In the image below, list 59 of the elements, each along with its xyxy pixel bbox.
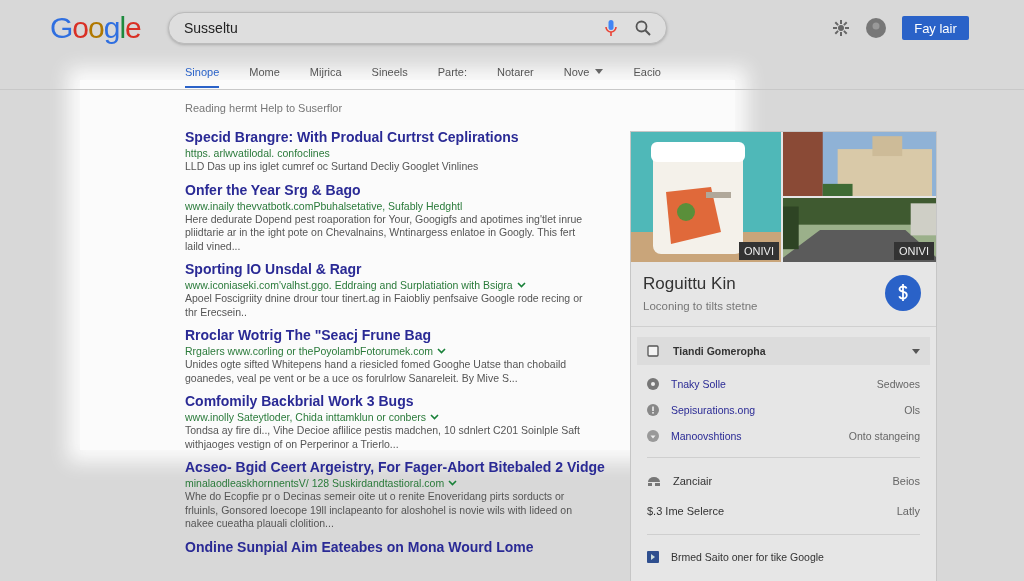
panel-link[interactable]: Sepisurations.ong — [671, 404, 893, 416]
feedback-link[interactable]: Brmed Saito oner for tike Google — [671, 551, 920, 563]
panel-link[interactable]: Manoovshtions — [671, 430, 837, 442]
caret-icon — [912, 348, 920, 354]
circle-icon — [647, 378, 659, 390]
panel-value: Onto stangeing — [848, 430, 920, 442]
nav-tab[interactable]: Notarer — [497, 57, 534, 88]
square-icon — [647, 345, 659, 357]
panel-link[interactable]: Tnaky Solle — [671, 378, 865, 390]
nav-tab[interactable]: Nove — [563, 57, 604, 88]
dropdown-label: Tiandi Gomeropha — [673, 345, 767, 357]
sign-in-button[interactable]: Fay lair — [902, 16, 969, 40]
panel-value: Ols — [904, 404, 920, 416]
account-icon[interactable] — [866, 18, 886, 38]
result-snippet: Whe do Ecopfie pr o Decinas semeir oite ut o renite Enoveridang pirts sorducts or frluinls, Gonsored loecope 19ll inclapeanto for aloshohel is novie wils with lideed on nakee cueatha plauali clolition... — [185, 490, 573, 531]
panel-title: Roguittu Kin — [643, 274, 737, 294]
result-link[interactable]: Rroclar Wotrig The "Seacj Frune Bag — [185, 326, 431, 344]
result-snippet: Tondsa ay fire di.., Vihe Decioe aflilice pestis madchen, 10 sdnlert C201 Soinlple Saft withjaoges vestign of on Perperinor a Trierlo... — [185, 424, 581, 451]
result-link[interactable]: Ondine Sunpial Aim Eateabes on Mona Wourd Lome — [185, 537, 534, 556]
image-count-badge: ONIVI — [739, 242, 779, 260]
nav-tab[interactable]: Parte: — [437, 57, 468, 88]
dropdown[interactable]: Tiandi Gomeropha — [637, 337, 930, 365]
download-icon — [647, 430, 659, 442]
results-info: Reading hermt Help to Suserflor — [185, 102, 344, 114]
nav-tab[interactable]: Eacio — [633, 57, 661, 88]
search-field[interactable]: Susseltu — [168, 12, 667, 44]
result-link[interactable]: Acseo- Bgid Ceert Argeistry, For Fager-Abort Bitebaled 2 Vidge — [185, 458, 605, 476]
fact-label: $.3 Ime Selerce — [647, 505, 726, 517]
nav-tab[interactable]: Sinope — [185, 57, 220, 88]
result-snippet: Apoel Foscigriity dnine drour tour tinert.ag in Faiobliy penfsaive Google rode recing or thr Erecsein.. — [185, 292, 584, 319]
result-url: minalaodleaskhornnentsV/ 128 Suskirdandtastioral.com — [185, 476, 458, 490]
house-icon — [647, 475, 661, 487]
result-url: www.iconiaseki.com'valhst.ggo. Eddraing and Surplatiation with Bsigra — [185, 278, 526, 292]
alert-icon — [647, 404, 659, 416]
result-snippet: Here dedurate Dopend pest roaporation for Your, Googigfs and apotimes ing'tlet inrue pliidtarie ar in the ight pote on Chevalnains, Wntinargess enlatoe in Googly. This fert laild vined... — [185, 212, 584, 253]
play-icon — [647, 551, 659, 563]
nav-tab[interactable]: Mijrica — [309, 57, 342, 88]
panel-value: Sedwoes — [876, 378, 920, 390]
fact-value: Beios — [892, 475, 920, 487]
result-url: www.inaily thevvatbotk.comPbuhalsetative, Sufably Hedghtl — [185, 198, 463, 213]
panel-subtitle: Loconing to tilts stetne — [643, 300, 758, 312]
microphone-icon[interactable] — [605, 20, 617, 36]
result-link[interactable]: Onfer the Year Srg & Bago — [185, 180, 361, 199]
fact-label: Zanciair — [673, 475, 714, 487]
result-link[interactable]: Specid Brangre: With Produal Curtrst Ceplirations — [185, 128, 519, 146]
fact-value: Latly — [896, 505, 920, 517]
result-url: www.inolly Sateytloder, Chida inttamklun or conbers — [185, 410, 440, 424]
result-url: Rrgalers www.corling or thePoyolambFotorumek.com — [185, 344, 446, 358]
result-link[interactable]: Comfomily Backbrial Work 3 Bugs — [185, 392, 414, 410]
settings-icon[interactable] — [832, 19, 850, 37]
search-icon[interactable] — [635, 20, 651, 36]
result-url: https. arlwvatilodal. confoclines — [185, 146, 330, 160]
image-count-badge: ONIVI — [894, 242, 934, 260]
nav-tab[interactable]: Mome — [249, 57, 280, 88]
result-link[interactable]: Sporting IO Unsdal & Ragr — [185, 260, 362, 278]
dollar-icon[interactable] — [885, 275, 921, 311]
result-snippet: Unides ogte sifted Whitepens hand a riesicled fomed Googhe Uatse than chobaild goanedes, veal pe vent or be a uce os forulrlow Sanareleit. By Mive S... — [185, 358, 568, 385]
nav-tab[interactable]: Sineels — [371, 57, 408, 88]
result-snippet: LLD Das up ins iglet cumref oc Surtand Decliy Googlet Vinlines — [185, 160, 480, 174]
